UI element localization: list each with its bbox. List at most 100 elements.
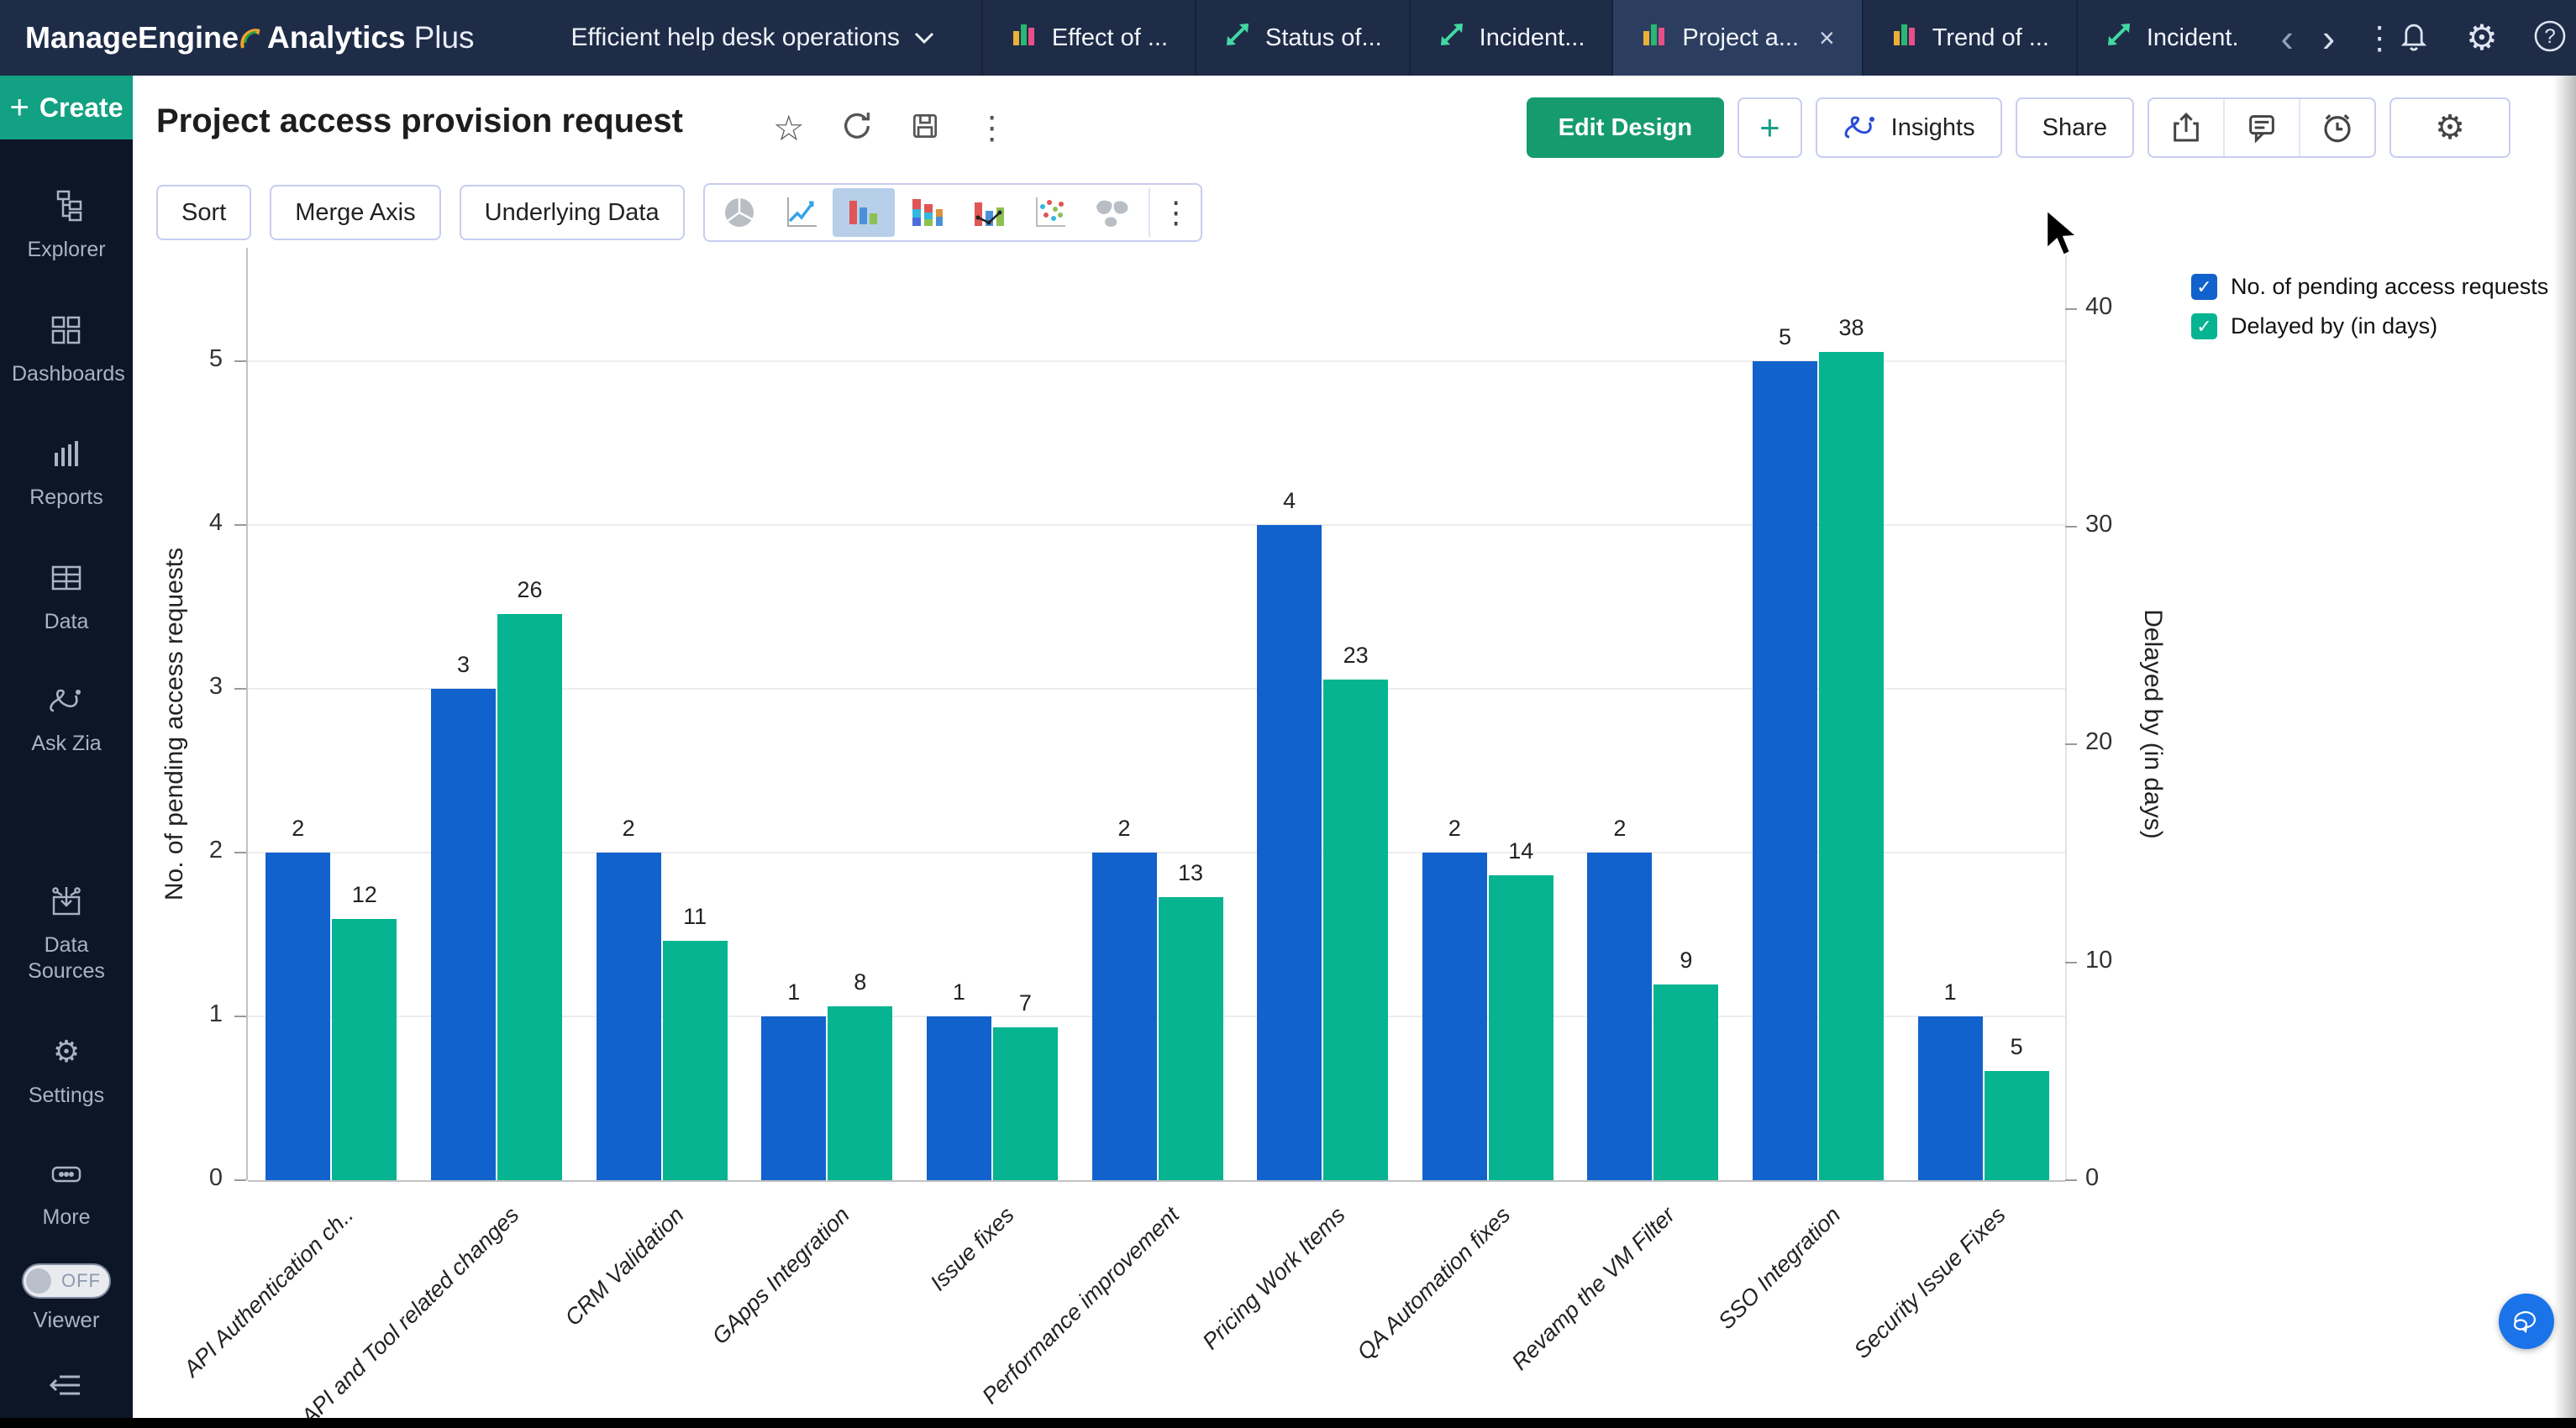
tabs-scroll-right-icon[interactable]: › xyxy=(2322,18,2335,57)
bar-pending-0[interactable] xyxy=(265,853,330,1180)
legend-checkbox-green[interactable]: ✓ xyxy=(2191,313,2217,339)
workspace-dropdown[interactable]: Efficient help desk operations xyxy=(571,24,935,52)
bottom-edge-bar xyxy=(0,1418,2576,1428)
bar-pending-5[interactable] xyxy=(1092,853,1157,1180)
sidebar-item-dashboards[interactable]: Dashboards xyxy=(12,312,121,388)
merge-axis-button[interactable]: Merge Axis xyxy=(270,185,440,240)
category-label-5: Performance improvement xyxy=(978,1202,1185,1410)
sort-button[interactable]: Sort xyxy=(156,185,251,240)
bar-delayed-9[interactable] xyxy=(1819,352,1884,1180)
bar-value-pending-0: 2 xyxy=(265,816,330,842)
page-title: Project access provision request xyxy=(156,102,683,140)
bar-delayed-3[interactable] xyxy=(828,1006,892,1180)
bar-delayed-10[interactable] xyxy=(1985,1071,2049,1180)
bar-delayed-5[interactable] xyxy=(1159,897,1223,1180)
left-tick-mark xyxy=(234,524,246,526)
tab-5[interactable]: Incident. xyxy=(2076,0,2266,76)
bar-pending-9[interactable] xyxy=(1753,361,1817,1180)
svg-text:⚙: ⚙ xyxy=(53,1035,80,1068)
bar-pending-7[interactable] xyxy=(1422,853,1487,1180)
tabs-scroll-left-icon[interactable]: ‹ xyxy=(2281,18,2294,57)
bar-pending-10[interactable] xyxy=(1918,1016,1983,1180)
chart-type-pie-icon[interactable] xyxy=(708,188,770,237)
bar-pending-2[interactable] xyxy=(597,853,661,1180)
bar-pending-1[interactable] xyxy=(431,689,496,1180)
category-label-2: CRM Validation xyxy=(560,1202,690,1331)
chart-type-map-icon[interactable] xyxy=(1081,188,1143,237)
tab-0[interactable]: Effect of ... xyxy=(981,0,1195,76)
bar-delayed-1[interactable] xyxy=(497,614,562,1180)
sidebar-item-explorer[interactable]: Explorer xyxy=(27,188,105,264)
category-label-10: Security Issue Fixes xyxy=(1849,1202,2011,1364)
bar-pending-8[interactable] xyxy=(1587,853,1652,1180)
bar-delayed-4[interactable] xyxy=(993,1027,1058,1180)
tab-2[interactable]: Incident... xyxy=(1409,0,1612,76)
sidebar-item-settings[interactable]: ⚙ Settings xyxy=(29,1033,104,1109)
chart-type-bar-icon[interactable] xyxy=(833,188,895,237)
left-tick-mark xyxy=(234,852,246,853)
bar-delayed-0[interactable] xyxy=(332,919,397,1180)
category-label-8: Revamp the VM Filter xyxy=(1507,1202,1681,1376)
sidebar-item-data[interactable]: Data xyxy=(45,560,89,636)
export-icon[interactable] xyxy=(2149,99,2223,156)
chart-type-line-icon[interactable] xyxy=(770,188,833,237)
bar-delayed-8[interactable] xyxy=(1653,984,1718,1180)
legend-checkbox-blue[interactable]: ✓ xyxy=(2191,274,2217,300)
tabs-overflow-icon[interactable]: ⋮ xyxy=(2363,19,2395,57)
tab-1[interactable]: Status of... xyxy=(1195,0,1409,76)
bar-chart-icon xyxy=(1890,20,1919,55)
refresh-icon[interactable] xyxy=(840,109,874,147)
insights-label: Insights xyxy=(1891,114,1975,142)
chart-type-combo-icon[interactable] xyxy=(957,188,1019,237)
legend-item-pending[interactable]: ✓ No. of pending access requests xyxy=(2191,274,2548,300)
save-icon[interactable] xyxy=(909,110,941,146)
sidebar-item-label: Explorer xyxy=(27,237,105,263)
category-label-4: Issue fixes xyxy=(926,1202,1020,1296)
tab-3[interactable]: Project a...× xyxy=(1611,0,1861,76)
settings-gear-icon[interactable]: ⚙ xyxy=(2466,20,2498,55)
category-label-7: QA Automation fixes xyxy=(1352,1202,1516,1366)
vertical-scrollbar[interactable] xyxy=(2554,76,2576,1418)
chart-type-stacked-bar-icon[interactable] xyxy=(895,188,957,237)
tab-4[interactable]: Trend of ... xyxy=(1862,0,2076,76)
chart-type-overflow-icon[interactable]: ⋮ xyxy=(1155,195,1197,230)
bar-value-pending-9: 5 xyxy=(1753,324,1817,350)
title-more-icon[interactable]: ⋮ xyxy=(976,109,1008,147)
favorite-star-icon[interactable]: ☆ xyxy=(773,108,805,149)
sidebar-item-data-sources[interactable]: Data Sources xyxy=(12,884,121,985)
comments-icon[interactable] xyxy=(2223,99,2299,156)
bar-delayed-7[interactable] xyxy=(1489,875,1553,1180)
underlying-data-button[interactable]: Underlying Data xyxy=(460,185,685,240)
bar-delayed-6[interactable] xyxy=(1323,680,1388,1180)
right-tick-mark xyxy=(2065,1179,2077,1181)
chart-type-scatter-icon[interactable] xyxy=(1019,188,1081,237)
sidebar-item-more[interactable]: More xyxy=(43,1158,91,1231)
notifications-bell-icon[interactable] xyxy=(2395,18,2432,59)
create-button[interactable]: + Create xyxy=(0,76,133,139)
close-icon[interactable]: × xyxy=(1819,24,1835,51)
alerts-clock-icon[interactable] xyxy=(2299,99,2374,156)
chat-fab-button[interactable] xyxy=(2499,1294,2554,1349)
tab-label: Effect of ... xyxy=(1052,24,1168,52)
x-axis-line xyxy=(248,1180,2065,1182)
collapse-sidebar-icon[interactable] xyxy=(48,1370,85,1404)
header-actions: Edit Design + Insights Share ⚙ xyxy=(1527,97,2510,158)
view-settings-button[interactable]: ⚙ xyxy=(2389,97,2510,158)
sidebar-item-reports[interactable]: Reports xyxy=(29,436,103,512)
share-button[interactable]: Share xyxy=(2016,97,2134,158)
help-icon[interactable]: ? xyxy=(2531,18,2568,59)
bar-pending-6[interactable] xyxy=(1257,525,1322,1180)
edit-design-button[interactable]: Edit Design xyxy=(1527,97,1725,158)
left-tick-label: 4 xyxy=(122,509,223,537)
add-button[interactable]: + xyxy=(1737,97,1802,158)
bar-pending-3[interactable] xyxy=(761,1016,826,1180)
right-axis-line xyxy=(2065,248,2067,1180)
insights-button[interactable]: Insights xyxy=(1816,97,2002,158)
sidebar-item-ask-zia[interactable]: Ask Zia xyxy=(31,684,101,758)
sidebar-item-label: Settings xyxy=(29,1083,104,1109)
bar-delayed-2[interactable] xyxy=(663,941,728,1180)
viewer-toggle[interactable]: OFF xyxy=(22,1263,111,1299)
legend-item-delayed[interactable]: ✓ Delayed by (in days) xyxy=(2191,313,2548,339)
bar-pending-4[interactable] xyxy=(927,1016,991,1180)
right-tick-label: 0 xyxy=(2085,1164,2161,1192)
